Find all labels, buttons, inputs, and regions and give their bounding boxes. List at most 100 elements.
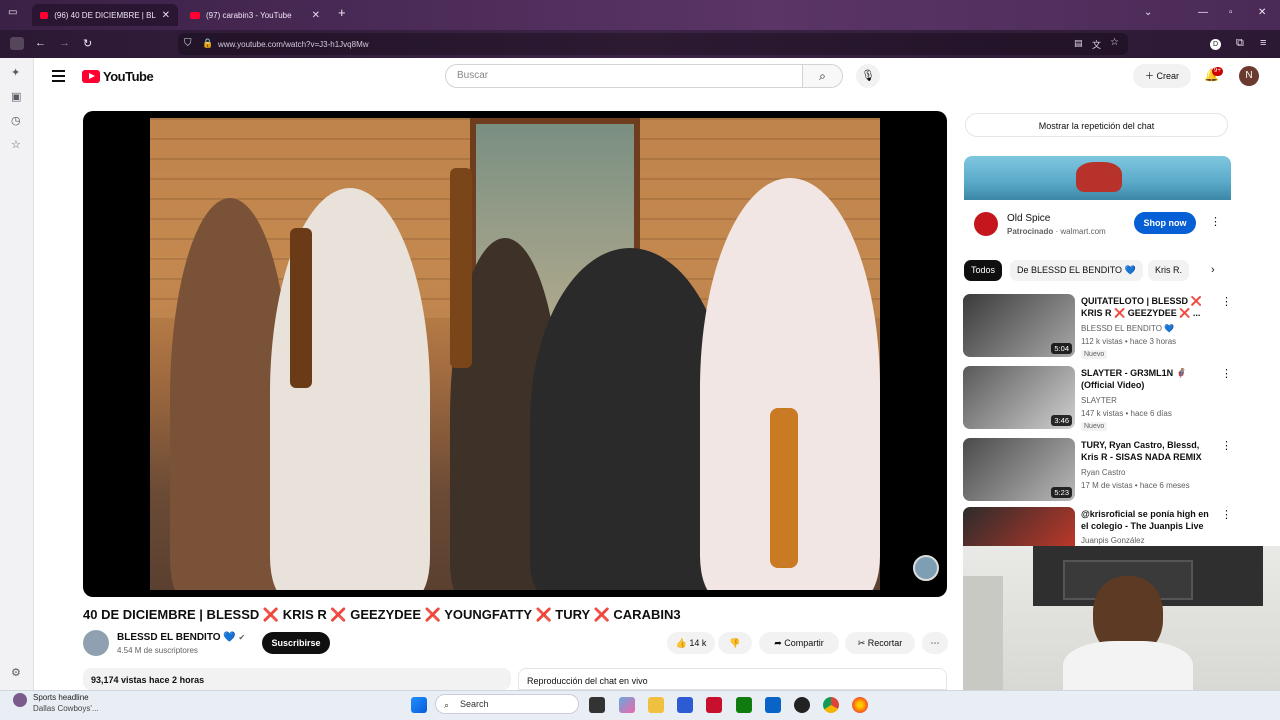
copilot-icon[interactable] [619, 697, 635, 713]
history-icon[interactable]: ◷ [11, 114, 21, 127]
tab-active[interactable]: (96) 40 DE DICIEMBRE | BLESSD ✕ [32, 4, 178, 26]
duration-badge: 5:04 [1051, 343, 1072, 354]
dislike-button[interactable]: 👎 [718, 632, 752, 654]
list-item[interactable]: @krisroficial se ponía high en el colegi… [963, 507, 1233, 570]
video-title: 40 DE DICIEMBRE | BLESSD ❌ KRIS R ❌ GEEZ… [83, 607, 681, 623]
subscriber-count: 4.54 M de suscriptores [117, 646, 198, 655]
channel-watermark-avatar[interactable] [913, 555, 939, 581]
search-icon: ⌕ [819, 69, 826, 83]
close-tab-icon[interactable]: ✕ [312, 10, 320, 21]
store-icon[interactable] [677, 697, 693, 713]
pocket-icon[interactable]: ▣ [11, 90, 21, 103]
video-thumbnail[interactable]: 3:46 [963, 366, 1075, 429]
shield-icon[interactable]: ⛉ [184, 38, 192, 49]
rec-channel[interactable]: SLAYTER [1081, 396, 1117, 405]
like-button[interactable]: 👍 14 k [667, 632, 715, 654]
forward-icon[interactable]: → [59, 37, 70, 49]
ad-card[interactable]: Old Spice Patrocinado · walmart.com Shop… [964, 156, 1231, 248]
task-view-icon[interactable] [589, 697, 605, 713]
subscribe-button[interactable]: Suscribirse [262, 632, 330, 654]
rec-title[interactable]: @krisroficial se ponía high en el colegi… [1081, 508, 1213, 533]
rec-channel[interactable]: BLESSD EL BENDITO 💙 [1081, 324, 1174, 333]
voice-search-button[interactable]: 🎙 [856, 64, 880, 88]
chips-next-chevron-icon[interactable]: › [1211, 264, 1215, 276]
firefox-icon[interactable] [852, 697, 868, 713]
reload-icon[interactable]: ↻ [83, 37, 92, 50]
chip-from-channel[interactable]: De BLESSD EL BENDITO 💙 [1010, 260, 1143, 281]
xbox-icon[interactable] [736, 697, 752, 713]
new-badge: Nuevo [1081, 350, 1108, 359]
rec-title[interactable]: QUITATELOTO | BLESSD ❌ KRIS R ❌ GEEZYDEE… [1081, 295, 1213, 319]
rec-menu-icon[interactable]: ⋮ [1221, 439, 1232, 452]
list-item[interactable]: 5:23 TURY, Ryan Castro, Blessd, Kris R -… [963, 438, 1233, 504]
video-thumbnail[interactable]: 5:04 [963, 294, 1075, 357]
channel-avatar[interactable] [83, 630, 109, 656]
address-bar[interactable]: ⛉ 🔒 www.youtube.com/watch?v=J3-h1Jvq8Mw … [178, 33, 1128, 55]
share-icon: ➦ [774, 638, 785, 648]
translate-icon[interactable]: 文 [1092, 38, 1101, 51]
ad-advertiser-name: Old Spice [1007, 213, 1051, 224]
clip-button[interactable]: ✂ Recortar [845, 632, 915, 654]
close-window-icon[interactable]: ✕ [1258, 7, 1266, 18]
file-explorer-icon[interactable] [648, 697, 664, 713]
chip-all[interactable]: Todos [964, 260, 1003, 281]
rec-menu-icon[interactable]: ⋮ [1221, 295, 1232, 308]
video-player[interactable] [83, 111, 947, 597]
extensions-puzzle-icon[interactable]: ⧉ [1236, 37, 1244, 50]
search-button[interactable]: ⌕ [803, 64, 843, 88]
ad-menu-icon[interactable]: ⋮ [1210, 215, 1221, 228]
steam-icon[interactable] [794, 697, 810, 713]
cross-mark-icon: ❌ [262, 607, 280, 622]
tab-list-chevron-icon[interactable]: ⌄ [1144, 7, 1152, 18]
bookmarks-icon[interactable]: ☆ [11, 138, 21, 151]
sports-news-icon[interactable] [13, 693, 27, 707]
settings-gear-icon[interactable]: ⚙ [11, 666, 21, 679]
share-button[interactable]: ➦ Compartir [759, 632, 839, 654]
menu-icon[interactable]: ≡ [1260, 37, 1266, 49]
list-item[interactable]: 5:04 QUITATELOTO | BLESSD ❌ KRIS R ❌ GEE… [963, 294, 1233, 360]
back-icon[interactable]: ← [35, 37, 46, 49]
chip-kris-r[interactable]: Kris R. [1148, 260, 1189, 281]
new-tab-button[interactable]: + [338, 5, 346, 20]
rec-channel[interactable]: Juanpis González [1081, 536, 1145, 545]
rec-title[interactable]: TURY, Ryan Castro, Blessd, Kris R - SISA… [1081, 439, 1213, 464]
windows-start-icon[interactable] [411, 697, 427, 713]
more-actions-button[interactable]: ⋯ [922, 632, 948, 654]
lock-icon[interactable]: 🔒 [202, 38, 213, 49]
search-input[interactable]: Buscar [445, 64, 803, 88]
account-avatar[interactable]: N [1239, 66, 1259, 86]
description-box[interactable]: 93,174 vistas hace 2 horas [83, 668, 511, 690]
show-chat-replay-button[interactable]: Mostrar la repetición del chat [965, 113, 1228, 137]
rec-meta: 17 M de vistas • hace 6 meses [1081, 481, 1190, 490]
channel-name[interactable]: BLESSD EL BENDITO 💙 ✔ [117, 632, 245, 643]
widget-headline[interactable]: Sports headline [33, 693, 89, 702]
rec-menu-icon[interactable]: ⋮ [1221, 508, 1232, 521]
cross-mark-icon: ❌ [593, 607, 610, 622]
guide-menu-icon[interactable] [52, 70, 65, 85]
shop-now-button[interactable]: Shop now [1134, 212, 1196, 234]
maximize-icon[interactable]: ▫ [1229, 7, 1233, 18]
list-item[interactable]: 3:46 SLAYTER - GR3ML1N 🦸 (Official Video… [963, 366, 1233, 432]
widget-subline[interactable]: Dallas Cowboys'... [33, 704, 99, 713]
tab-overview-icon[interactable]: ▭ [8, 7, 17, 18]
rec-menu-icon[interactable]: ⋮ [1221, 367, 1232, 380]
url-text[interactable]: www.youtube.com/watch?v=J3-h1Jvq8Mw [218, 40, 369, 49]
minimize-icon[interactable]: — [1198, 7, 1208, 18]
mcafee-icon[interactable] [706, 697, 722, 713]
close-tab-icon[interactable]: ✕ [162, 10, 170, 21]
create-button[interactable]: ＋ Crear [1133, 64, 1191, 88]
chrome-icon[interactable] [823, 697, 839, 713]
video-thumbnail[interactable]: 5:23 [963, 438, 1075, 501]
live-chat-replay-header[interactable]: Reproducción del chat en vivo [518, 668, 947, 690]
bookmark-star-icon[interactable]: ☆ [1110, 37, 1119, 48]
youtube-logo[interactable]: YouTube [82, 69, 154, 84]
extension-icon[interactable]: D [1210, 39, 1221, 50]
rec-channel[interactable]: Ryan Castro [1081, 468, 1125, 477]
tab-carabin3[interactable]: (97) carabin3 - YouTube ✕ [182, 4, 328, 26]
reader-view-icon[interactable]: ▤ [1074, 38, 1083, 49]
outlook-icon[interactable] [765, 697, 781, 713]
rec-title[interactable]: SLAYTER - GR3ML1N 🦸 (Official Video) [1081, 367, 1213, 391]
sidebar-toggle-icon[interactable] [10, 37, 24, 50]
ai-sparkle-icon[interactable]: ✦ [11, 66, 20, 79]
taskbar-search[interactable]: ⌕ Search [435, 694, 579, 714]
